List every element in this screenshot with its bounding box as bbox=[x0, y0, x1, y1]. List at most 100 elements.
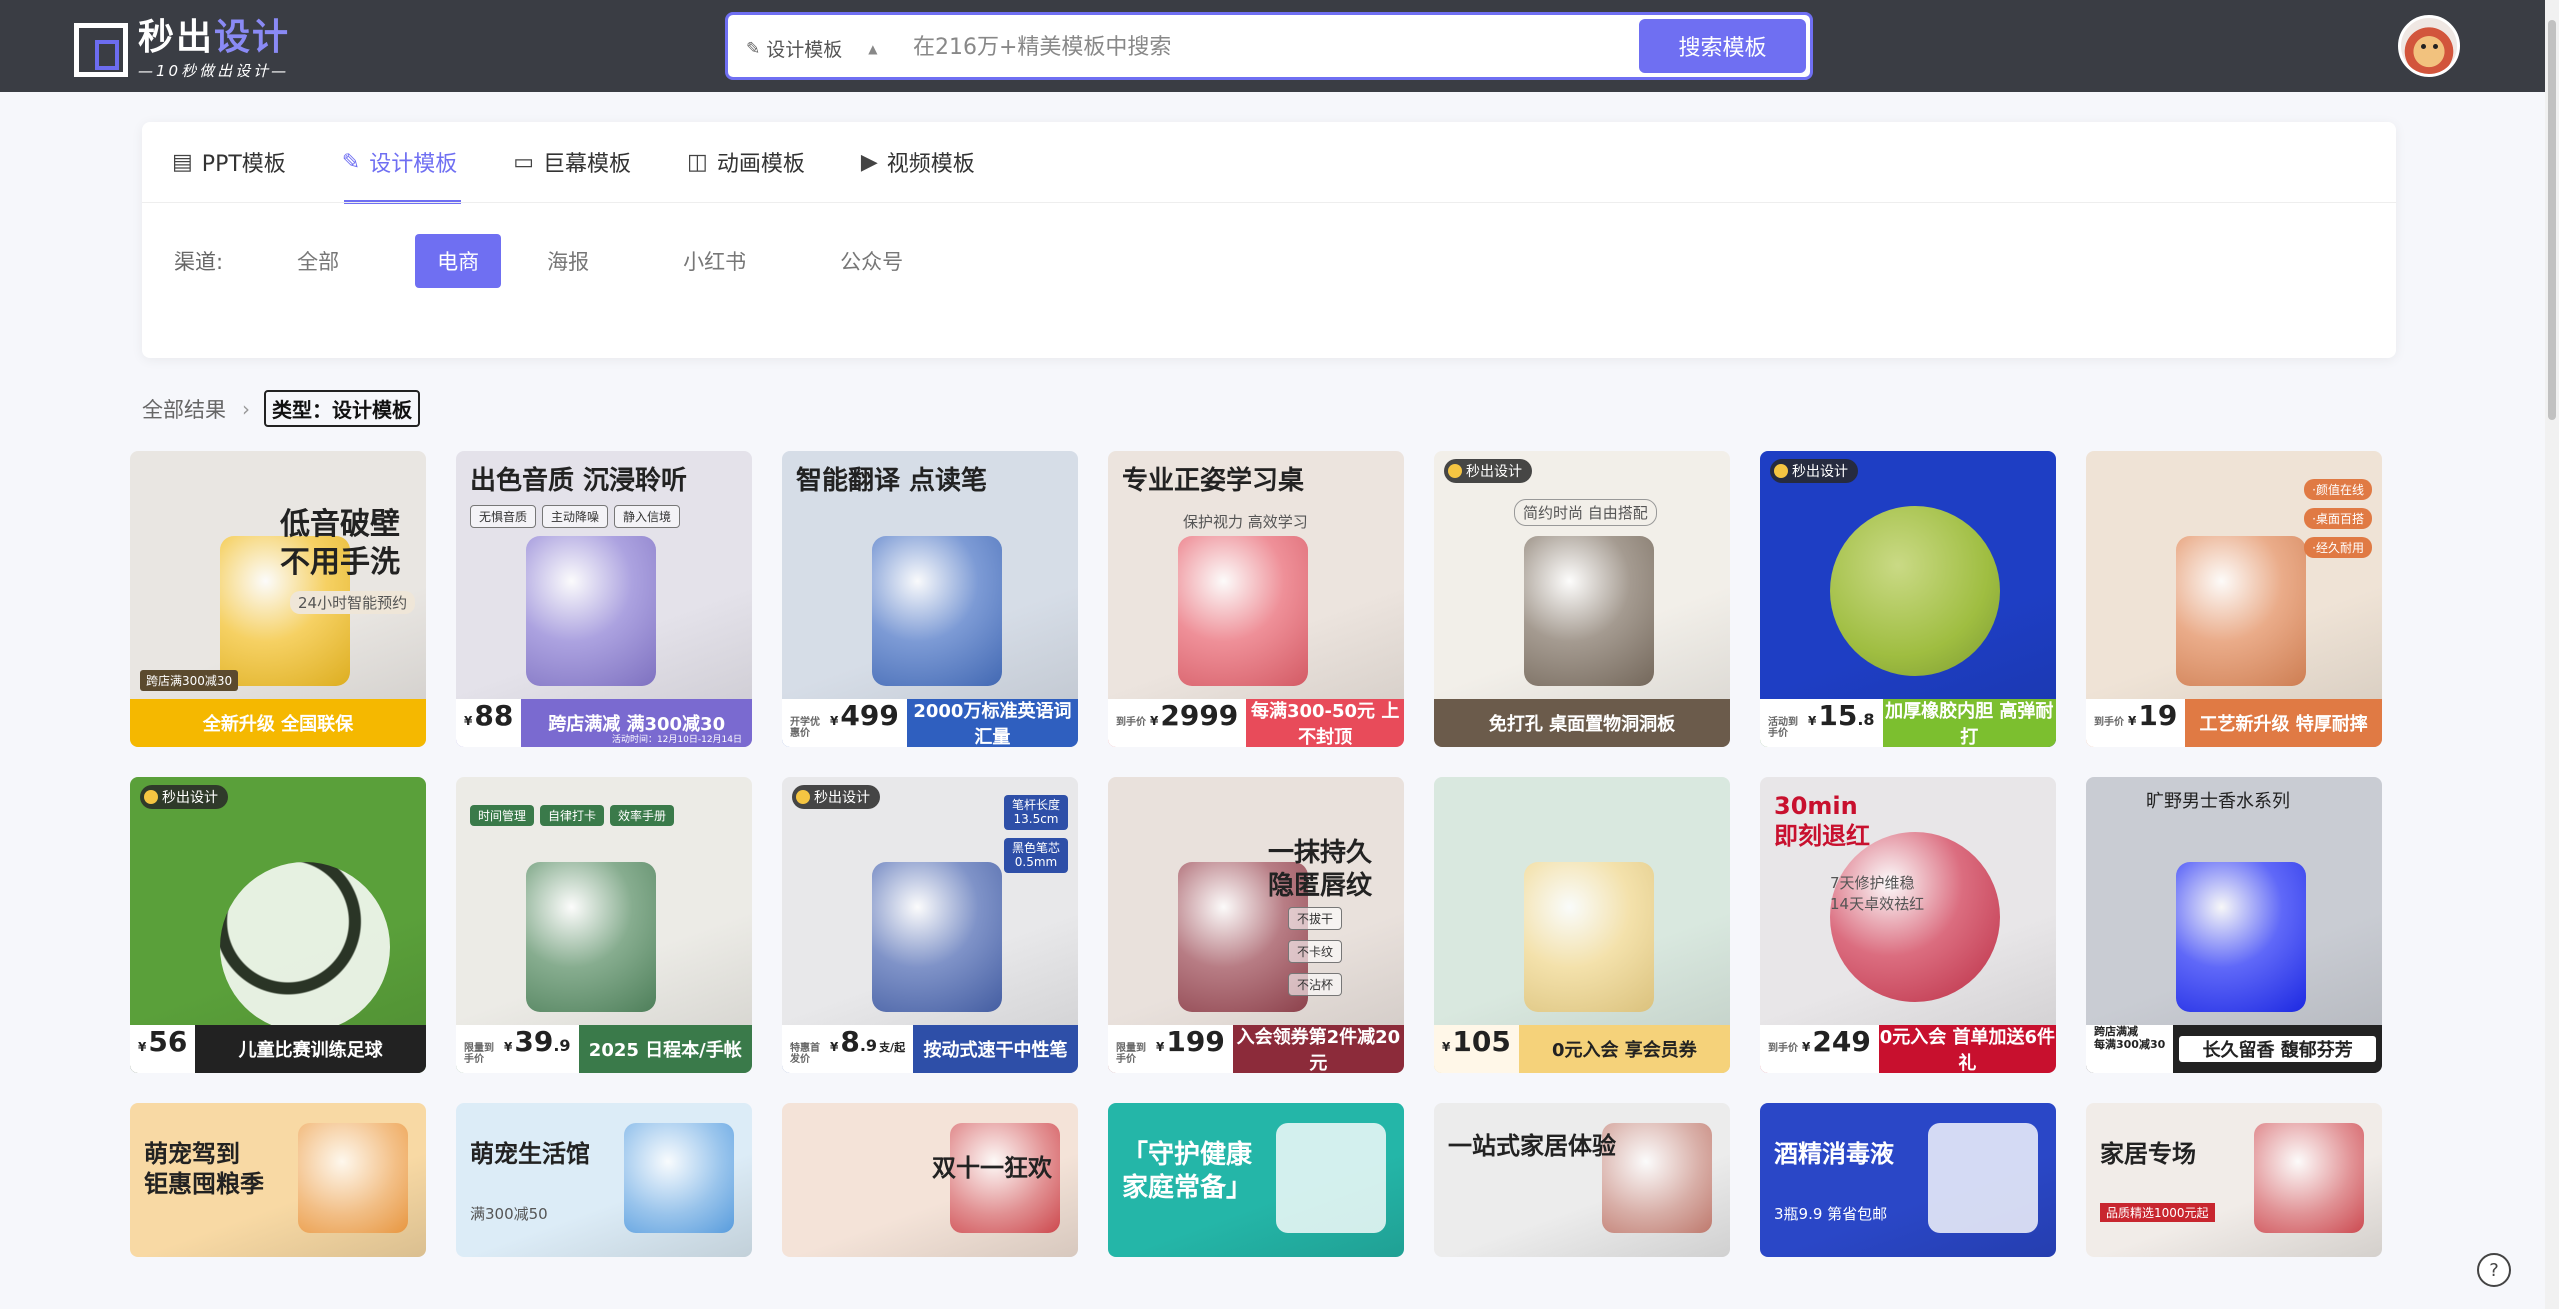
price-unit: 支/起 bbox=[879, 1041, 906, 1054]
tab-animation[interactable]: ◫ 动画模板 bbox=[687, 122, 805, 202]
feature-chip: 时间管理 bbox=[470, 805, 535, 826]
feature-chip: 不沾杯 bbox=[1288, 973, 1343, 996]
animation-icon: ◫ bbox=[687, 149, 708, 175]
currency-symbol: ¥ bbox=[1150, 714, 1159, 728]
banner-text: 2025 日程本/手帐 bbox=[588, 1040, 742, 1061]
price-tag: 活动到手价 ¥15.8 bbox=[1760, 699, 1883, 747]
tab-screen[interactable]: ▭ 巨幕模板 bbox=[513, 122, 631, 202]
feature-chips: 不拔干 不卡纹 不沾杯 bbox=[1288, 907, 1343, 996]
template-card[interactable]: 秒出设计 简约时尚 自由搭配 免打孔 桌面置物洞洞板 bbox=[1434, 451, 1730, 747]
scrollbar-thumb[interactable] bbox=[2548, 20, 2556, 420]
template-card[interactable]: 30min 即刻退红 7天修护维稳 14天卓效祛红 到手价 ¥249 0元入会 首单加送… bbox=[1760, 777, 2056, 1073]
avatar[interactable] bbox=[2398, 15, 2460, 77]
tab-ppt[interactable]: ▤ PPT模板 bbox=[172, 122, 286, 202]
feature-chip: 效率手册 bbox=[610, 805, 675, 826]
currency-symbol: ¥ bbox=[830, 714, 839, 728]
banner-text: 免打孔 桌面置物洞洞板 bbox=[1488, 714, 1676, 735]
price-tag: 到手价 ¥19 bbox=[2086, 699, 2186, 747]
product-image bbox=[624, 1123, 734, 1233]
feature-chips: 时间管理 自律打卡 效率手册 bbox=[470, 805, 675, 826]
template-card[interactable]: 家居专场 品质精选1000元起 bbox=[2086, 1103, 2382, 1257]
price-decimal: .9 bbox=[859, 1036, 878, 1055]
search-type-label: 设计模板 bbox=[766, 39, 843, 61]
template-card[interactable]: 时间管理 自律打卡 效率手册限量到手价 ¥39.9 2025 日程本/手帐 bbox=[456, 777, 752, 1073]
help-button[interactable]: ? bbox=[2477, 1253, 2511, 1287]
price-label: 开学优惠价 bbox=[790, 717, 820, 739]
price-tag: ¥88 bbox=[456, 699, 522, 747]
price-tag: 到手价 ¥249 bbox=[1760, 1025, 1879, 1073]
price-value: 15 bbox=[1818, 699, 1858, 732]
card-title: 家居专场 bbox=[2100, 1140, 2196, 1168]
card-title: 「守护健康 家庭常备」 bbox=[1122, 1140, 1253, 1203]
template-card[interactable]: 一站式家居体验 bbox=[1434, 1103, 1730, 1257]
tab-label: 设计模板 bbox=[369, 152, 458, 177]
channel-option-ecommerce[interactable]: 电商 bbox=[415, 234, 502, 288]
template-card[interactable]: 萌宠生活馆 满300减50 bbox=[456, 1103, 752, 1257]
card-title: 低音破壁 不用手洗 bbox=[280, 507, 400, 580]
search-bar: ✎ 设计模板 ▲ 搜索模板 bbox=[725, 12, 1813, 80]
template-card[interactable]: 秒出设计活动到手价 ¥15.8 加厚橡胶内胆 高弹耐打 bbox=[1760, 451, 2056, 747]
caret-up-icon: ▲ bbox=[868, 41, 878, 56]
price-value: 2999 bbox=[1160, 699, 1239, 732]
template-card[interactable]: 秒出设计 ¥56 儿童比赛训练足球 bbox=[130, 777, 426, 1073]
brand-badge: 秒出设计 bbox=[1770, 459, 1858, 483]
template-card[interactable]: 「守护健康 家庭常备」 bbox=[1108, 1103, 1404, 1257]
price-tag: 限量到手价 ¥39.9 bbox=[456, 1025, 579, 1073]
card-subtitle: 7天修护维稳 14天卓效祛红 bbox=[1830, 874, 1925, 913]
card-title: 30min 即刻退红 bbox=[1774, 792, 1870, 850]
currency-symbol: ¥ bbox=[1802, 1040, 1811, 1054]
product-image bbox=[1178, 536, 1308, 686]
card-title: 一站式家居体验 bbox=[1448, 1132, 1616, 1160]
feature-label: ·经久耐用 bbox=[2304, 537, 2372, 558]
feature-chip: 主动降噪 bbox=[542, 505, 609, 528]
feature-chip: 无惧音质 bbox=[470, 505, 537, 528]
channel-option-wechat[interactable]: 公众号 bbox=[822, 234, 921, 288]
template-card[interactable]: 旷野男士香水系列 跨店满减 每满300减30 长久留香 馥郁芬芳 bbox=[2086, 777, 2382, 1073]
template-card[interactable]: ·颜值在线 ·桌面百搭 ·经久耐用 到手价 ¥19 工艺新升级 特厚耐摔 bbox=[2086, 451, 2382, 747]
tab-design[interactable]: ✎ 设计模板 bbox=[342, 122, 462, 204]
template-card[interactable]: 出色音质 沉浸聆听 无惧音质 主动降噪 静入信境 ¥88 跨店满减 满300减30 活动时间… bbox=[456, 451, 752, 747]
banner-text: 入会领券第2件减20元 bbox=[1236, 1027, 1401, 1073]
search-button[interactable]: 搜索模板 bbox=[1639, 19, 1806, 73]
card-banner: 全新升级 全国联保 bbox=[130, 699, 426, 747]
card-banner: ¥105 0元入会 享会员券 bbox=[1434, 1025, 1730, 1073]
feature-chip: 静入信境 bbox=[614, 505, 681, 528]
logo-main-text: 秒出 bbox=[138, 17, 215, 58]
card-subtitle: 3瓶9.9 第省包邮 bbox=[1774, 1205, 1888, 1223]
template-card[interactable]: 双十一狂欢 bbox=[782, 1103, 1078, 1257]
banner-text: 长久留香 馥郁芬芳 bbox=[2179, 1036, 2376, 1062]
template-card[interactable]: 萌宠驾到 钜惠囤粮季 bbox=[130, 1103, 426, 1257]
currency-symbol: ¥ bbox=[464, 714, 473, 728]
price-tag: ¥105 bbox=[1434, 1025, 1519, 1073]
breadcrumb-tag[interactable]: 类型：设计模板 bbox=[264, 390, 420, 427]
card-banner: 活动到手价 ¥15.8 加厚橡胶内胆 高弹耐打 bbox=[1760, 699, 2056, 747]
price-value: 56 bbox=[148, 1025, 188, 1058]
search-type-select[interactable]: ✎ 设计模板 ▲ bbox=[746, 35, 878, 62]
price-tag: 跨店满减 每满300减30 bbox=[2086, 1025, 2174, 1073]
template-card[interactable]: 专业正姿学习桌 保护视力 高效学习 到手价 ¥2999 每满300-50元 上不封顶 bbox=[1108, 451, 1404, 747]
logo[interactable]: 秒出设计 —10秒做出设计— bbox=[74, 18, 290, 81]
template-card[interactable]: 智能翻译 点读笔 开学优惠价 ¥499 2000万标准英语词汇量 bbox=[782, 451, 1078, 747]
channel-option-xiaohongshu[interactable]: 小红书 bbox=[665, 234, 764, 288]
breadcrumb-root[interactable]: 全部结果 bbox=[142, 394, 226, 424]
template-card[interactable]: 低音破壁 不用手洗 24小时智能预约 跨店满300减30 全新升级 全国联保 bbox=[130, 451, 426, 747]
product-image bbox=[1524, 862, 1654, 1012]
scrollbar[interactable] bbox=[2545, 0, 2559, 1309]
price-value: 199 bbox=[1166, 1025, 1225, 1058]
price-label: 到手价 bbox=[1116, 717, 1146, 728]
product-image bbox=[1602, 1123, 1712, 1233]
template-card[interactable]: 酒精消毒液 3瓶9.9 第省包邮 bbox=[1760, 1103, 2056, 1257]
template-card[interactable]: ¥105 0元入会 享会员券 bbox=[1434, 777, 1730, 1073]
channel-option-all[interactable]: 全部 bbox=[279, 234, 357, 288]
brand-badge: 秒出设计 bbox=[140, 785, 228, 809]
template-card[interactable]: 一抹持久 隐匿唇纹 不拔干 不卡纹 不沾杯 限量到手价 ¥199 入会领券第2件减20元 bbox=[1108, 777, 1404, 1073]
product-image bbox=[526, 536, 656, 686]
search-input[interactable] bbox=[913, 31, 1533, 63]
channel-option-poster[interactable]: 海报 bbox=[529, 234, 607, 288]
card-banner: 到手价 ¥2999 每满300-50元 上不封顶 bbox=[1108, 699, 1404, 747]
product-image bbox=[2176, 862, 2306, 1012]
template-card[interactable]: 秒出设计 笔杆长度 13.5cm 黑色笔芯 0.5mm 特惠首发价 ¥8.9 支/起 按动式… bbox=[782, 777, 1078, 1073]
price-tag: ¥56 bbox=[130, 1025, 196, 1073]
banner-text: 0元入会 享会员券 bbox=[1552, 1040, 1697, 1061]
tab-video[interactable]: ▶ 视频模板 bbox=[861, 122, 975, 202]
